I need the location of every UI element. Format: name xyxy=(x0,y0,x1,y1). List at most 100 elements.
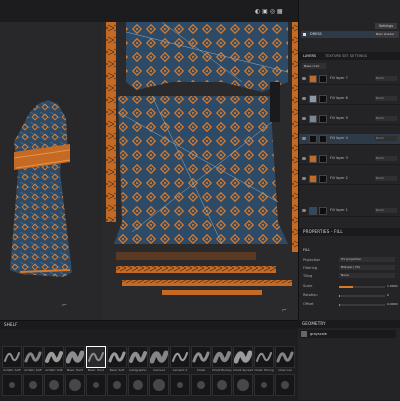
brush-thumbnail[interactable] xyxy=(23,346,43,368)
offset-label: Offset xyxy=(303,302,314,306)
brush-thumbnail[interactable] xyxy=(107,346,127,368)
scale-slider[interactable] xyxy=(339,286,385,288)
tiling-dropdown[interactable]: None xyxy=(339,273,395,278)
brush-stroke-icon xyxy=(9,382,15,388)
eye-icon[interactable] xyxy=(302,137,306,140)
brush-thumbnail[interactable] xyxy=(107,374,127,396)
layer-name: Fill layer 6 xyxy=(330,96,348,100)
brush-thumbnail[interactable] xyxy=(86,374,106,396)
brush-stroke-icon xyxy=(49,380,59,390)
right-panel: Settings DRESS Main shader LAYERS TEXTUR… xyxy=(298,0,400,320)
brush-stroke-icon xyxy=(233,350,253,364)
brush-thumbnail[interactable] xyxy=(212,374,232,396)
layer-name: Fill layer 4 xyxy=(330,136,348,140)
eye-icon[interactable] xyxy=(302,77,306,80)
brush-thumbnail[interactable] xyxy=(44,374,64,396)
rotation-value[interactable]: 0 xyxy=(387,293,389,297)
brush-thumbnail[interactable] xyxy=(275,374,295,396)
brush-thumbnail[interactable] xyxy=(149,346,169,368)
brush-thumbnail[interactable] xyxy=(212,346,232,368)
brush-label: Chalk xyxy=(196,368,206,372)
projection-dropdown[interactable]: UV projection xyxy=(339,257,395,262)
texture-set-settings-button[interactable]: Settings xyxy=(375,23,397,29)
blend-mode[interactable]: Norm xyxy=(375,156,397,161)
layer-row[interactable]: Fill layer 2 Norm xyxy=(299,174,400,185)
geometry-entry[interactable]: grayscale xyxy=(300,330,396,338)
brush-thumbnail[interactable] xyxy=(2,374,22,396)
brush-thumbnail[interactable] xyxy=(128,346,148,368)
brush-thumbnail[interactable] xyxy=(149,374,169,396)
brush-thumbnail[interactable] xyxy=(128,374,148,396)
layer-row[interactable]: Fill layer 3 Norm xyxy=(299,154,400,165)
brush-thumbnail[interactable] xyxy=(191,346,211,368)
tab-texture-set-settings[interactable]: TEXTURE SET SETTINGS xyxy=(325,54,367,58)
brush-thumbnail[interactable] xyxy=(44,346,64,368)
brush-thumbnail[interactable] xyxy=(275,346,295,368)
brush-thumbnail[interactable] xyxy=(233,374,253,396)
brush-thumbnail[interactable] xyxy=(170,374,190,396)
layer-row[interactable]: Fill layer 7 Norm xyxy=(299,74,400,85)
texture-set-row[interactable]: DRESS Main shader xyxy=(301,31,399,38)
brush-label: Artistic Soft xyxy=(3,368,21,372)
eye-icon[interactable] xyxy=(302,177,306,180)
geometry-header: GEOMETRY xyxy=(298,320,400,328)
layer-row[interactable]: Fill layer 5 Norm xyxy=(299,114,400,125)
mask-thumbnail xyxy=(319,207,327,215)
brush-thumbnail[interactable] xyxy=(254,346,274,368)
layer-row[interactable]: Fill layer 6 Norm xyxy=(299,94,400,105)
brush-thumbnail[interactable] xyxy=(23,374,43,396)
blend-mode[interactable]: Norm xyxy=(375,76,397,81)
texture-set-name: DRESS xyxy=(310,32,322,36)
mask-thumbnail xyxy=(319,95,327,103)
filtering-dropdown[interactable]: Bilinear | HQ xyxy=(339,265,395,270)
uv-layout: ⌐ xyxy=(106,22,298,314)
brush-label: Chalk Strong xyxy=(254,368,274,372)
geometry-entry-label: grayscale xyxy=(310,332,327,336)
rotation-slider[interactable] xyxy=(339,295,385,297)
channel-dropdown[interactable]: Base color xyxy=(302,63,326,69)
offset-value[interactable]: 0.0000 xyxy=(387,302,398,306)
brush-thumbnail[interactable] xyxy=(233,346,253,368)
viewport-2d-uv[interactable]: ⌐ xyxy=(102,22,298,320)
brush-stroke-icon xyxy=(256,352,272,362)
brush-thumbnail[interactable] xyxy=(191,374,211,396)
viewport-3d[interactable]: ⌐ xyxy=(0,22,102,320)
brush-stroke-icon xyxy=(276,351,294,363)
brush-stroke-icon xyxy=(149,350,169,364)
brush-thumbnail[interactable] xyxy=(254,374,274,396)
blend-mode[interactable]: Norm xyxy=(375,208,397,213)
brush-label: Artistic Soft xyxy=(24,368,42,372)
shader-dropdown[interactable]: Main shader xyxy=(373,32,397,37)
checkbox-icon[interactable] xyxy=(303,33,306,36)
eye-icon[interactable] xyxy=(302,209,306,212)
tab-layers[interactable]: LAYERS xyxy=(303,54,316,58)
tiling-label: Tiling xyxy=(303,274,313,278)
layer-row[interactable]: Fill layer 1 Norm xyxy=(299,206,400,217)
eye-icon[interactable] xyxy=(302,157,306,160)
layer-thumbnail xyxy=(309,115,317,123)
brush-thumbnail[interactable] xyxy=(2,346,22,368)
viewport-icons[interactable]: ◐ ▣ ◎ ▦ xyxy=(255,8,283,15)
blend-mode[interactable]: Norm xyxy=(375,176,397,181)
brush-stroke-icon xyxy=(69,379,81,391)
brush-thumbnail[interactable] xyxy=(86,346,106,368)
filtering-label: Filtering xyxy=(303,266,318,270)
brush-stroke-icon xyxy=(281,381,289,389)
blend-mode[interactable]: Norm xyxy=(375,96,397,101)
eye-icon[interactable] xyxy=(302,97,306,100)
brush-thumbnail[interactable] xyxy=(170,346,190,368)
mask-thumbnail xyxy=(319,155,327,163)
brush-thumbnail[interactable] xyxy=(65,374,85,396)
layer-thumbnail xyxy=(309,95,317,103)
blend-mode[interactable]: Norm xyxy=(375,116,397,121)
layer-row[interactable]: Fill layer 4 Norm xyxy=(299,134,400,145)
eye-icon[interactable] xyxy=(302,117,306,120)
offset-slider[interactable] xyxy=(339,304,385,306)
layer-stack: Fill layer 7 Norm Fill layer 6 Norm Fill l… xyxy=(299,74,400,224)
brush-thumbnail[interactable] xyxy=(65,346,85,368)
scale-value[interactable]: 1.0000 xyxy=(387,284,398,288)
brush-stroke-icon xyxy=(133,380,143,390)
geometry-panel: GEOMETRY grayscale xyxy=(298,320,400,400)
layer-thumbnail xyxy=(309,75,317,83)
blend-mode[interactable]: Norm xyxy=(375,136,397,141)
